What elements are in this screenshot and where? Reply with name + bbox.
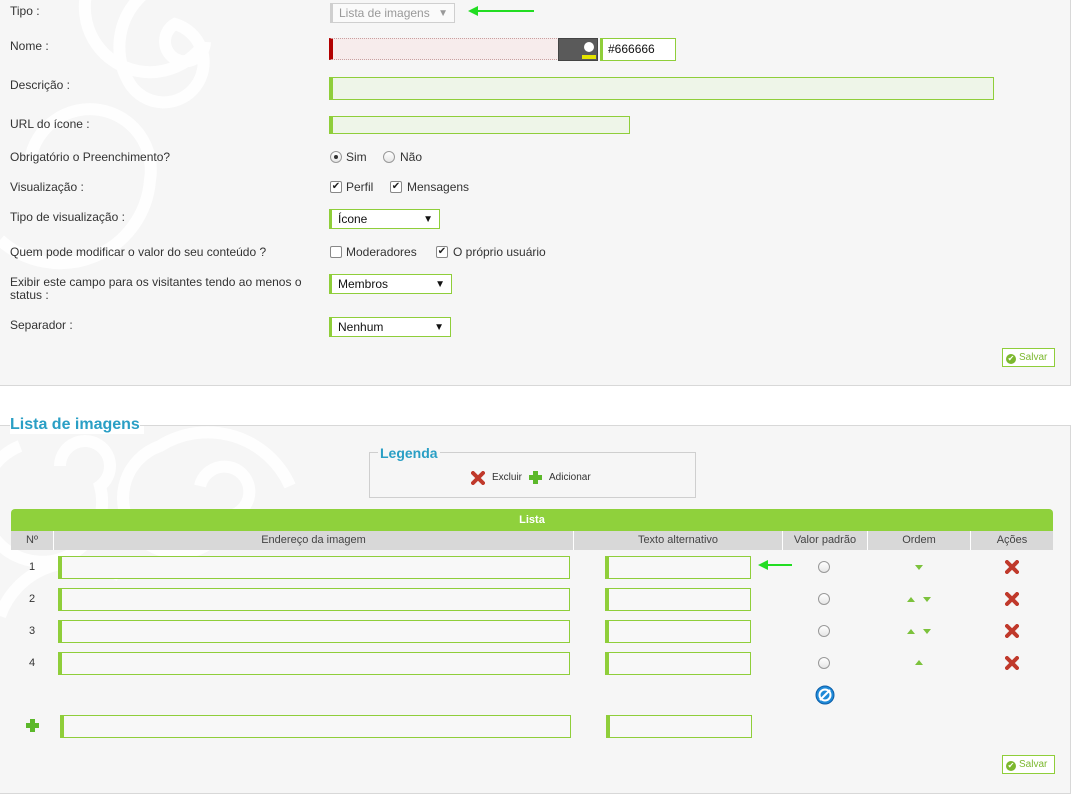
url-icone-label: URL do ícone : [10,117,90,131]
col-header-valor-padrao: Valor padrão [783,531,868,550]
delete-icon [471,471,485,485]
save-button[interactable]: ✔ Salvar [1002,348,1055,367]
tipo-visualizacao-label: Tipo de visualização : [10,210,125,224]
save-list-button[interactable]: ✔ Salvar [1002,755,1055,774]
green-arrow-annotation-icon [468,6,534,16]
color-hex-value: #666666 [608,42,655,56]
check-icon: ✔ [1006,354,1016,364]
radio-nao-label: Não [400,150,423,164]
move-down-icon[interactable] [923,629,931,634]
default-value-radio[interactable] [818,561,830,573]
tipo-value: Lista de imagens [339,6,430,20]
move-up-icon[interactable] [915,660,923,665]
field-settings-panel: Tipo : Lista de imagens ▼ Nome : #666666… [0,0,1071,386]
tipo-select[interactable]: Lista de imagens ▼ [330,3,455,23]
image-address-input[interactable] [58,588,570,611]
checkbox-mensagens-label: Mensagens [407,180,470,194]
row-number: 4 [29,657,36,669]
move-up-icon[interactable] [907,629,915,634]
color-swatch [582,55,596,59]
image-address-input[interactable] [58,620,570,643]
separador-label: Separador : [10,318,73,332]
default-value-radio[interactable] [818,625,830,637]
delete-icon[interactable] [1005,592,1019,606]
move-down-icon[interactable] [915,565,923,570]
exibir-campo-select[interactable]: Membros ▼ [329,274,452,294]
new-alt-text-input[interactable] [606,715,752,738]
section-divider [140,425,1071,426]
chevron-down-icon: ▼ [423,214,433,225]
col-header-num: Nº [11,531,54,550]
image-address-input[interactable] [58,652,570,675]
exibir-campo-value: Membros [338,277,389,291]
image-address-input[interactable] [58,556,570,579]
chevron-down-icon: ▼ [434,322,444,333]
radio-sim[interactable] [330,151,342,163]
clear-default-icon[interactable] [815,685,835,705]
checkbox-perfil[interactable]: ✔ [330,181,342,193]
checkbox-moderadores[interactable] [330,246,342,258]
default-value-radio[interactable] [818,657,830,669]
col-header-texto-alternativo: Texto alternativo [574,531,783,550]
alt-text-input[interactable] [605,556,751,579]
checkbox-moderadores-label: Moderadores [346,245,417,259]
tipo-visualizacao-select[interactable]: Ícone ▼ [329,209,440,229]
row-number: 3 [29,625,36,637]
row-number: 1 [29,561,36,573]
radio-sim-label: Sim [346,150,367,164]
add-row-icon[interactable] [25,718,40,733]
save-button-label: Salvar [1019,352,1048,363]
separador-select[interactable]: Nenhum ▼ [329,317,451,337]
color-picker-button[interactable] [558,38,598,61]
green-arrow-annotation-icon [758,560,792,570]
tipo-label: Tipo : [10,4,40,18]
legend-title: Legenda [378,445,440,461]
save-list-button-label: Salvar [1019,759,1048,770]
color-hex-input[interactable]: #666666 [600,38,676,61]
move-up-icon[interactable] [907,597,915,602]
separador-value: Nenhum [338,320,384,334]
descricao-input[interactable] [329,77,994,100]
delete-icon[interactable] [1005,560,1019,574]
new-image-address-input[interactable] [60,715,571,738]
color-bucket-icon [584,42,594,52]
exibir-campo-label: Exibir este campo para os visitantes ten… [10,275,302,302]
tipo-visualizacao-value: Ícone [338,212,368,226]
chevron-down-icon: ▼ [438,8,448,19]
default-value-radio[interactable] [818,593,830,605]
legend-delete-label: Excluir [492,472,523,483]
legend-add-label: Adicionar [549,472,591,483]
col-header-endereco: Endereço da imagem [54,531,574,550]
url-icone-input[interactable] [329,116,630,134]
chevron-down-icon: ▼ [435,279,445,290]
delete-icon[interactable] [1005,624,1019,638]
table-title: Lista [11,509,1053,531]
row-number: 2 [29,593,36,605]
checkbox-mensagens[interactable]: ✔ [390,181,402,193]
checkbox-proprio-usuario-label: O próprio usuário [453,245,546,259]
col-header-ordem: Ordem [868,531,971,550]
alt-text-input[interactable] [605,652,751,675]
checkbox-perfil-label: Perfil [346,180,374,194]
delete-icon[interactable] [1005,656,1019,670]
obrigatorio-label: Obrigatório o Preenchimento? [10,150,171,164]
checkbox-proprio-usuario[interactable]: ✔ [436,246,448,258]
quem-modifica-label: Quem pode modificar o valor do seu conte… [10,245,267,259]
section-title: Lista de imagens [10,416,144,434]
alt-text-input[interactable] [605,588,751,611]
col-header-acoes: Ações [971,531,1053,550]
descricao-label: Descrição : [10,78,71,92]
nome-label: Nome : [10,39,49,53]
visualizacao-label: Visualização : [10,180,84,194]
move-down-icon[interactable] [923,597,931,602]
nome-input[interactable] [329,38,559,60]
check-icon: ✔ [1006,761,1016,771]
radio-nao[interactable] [383,151,395,163]
alt-text-input[interactable] [605,620,751,643]
add-icon [529,471,542,484]
